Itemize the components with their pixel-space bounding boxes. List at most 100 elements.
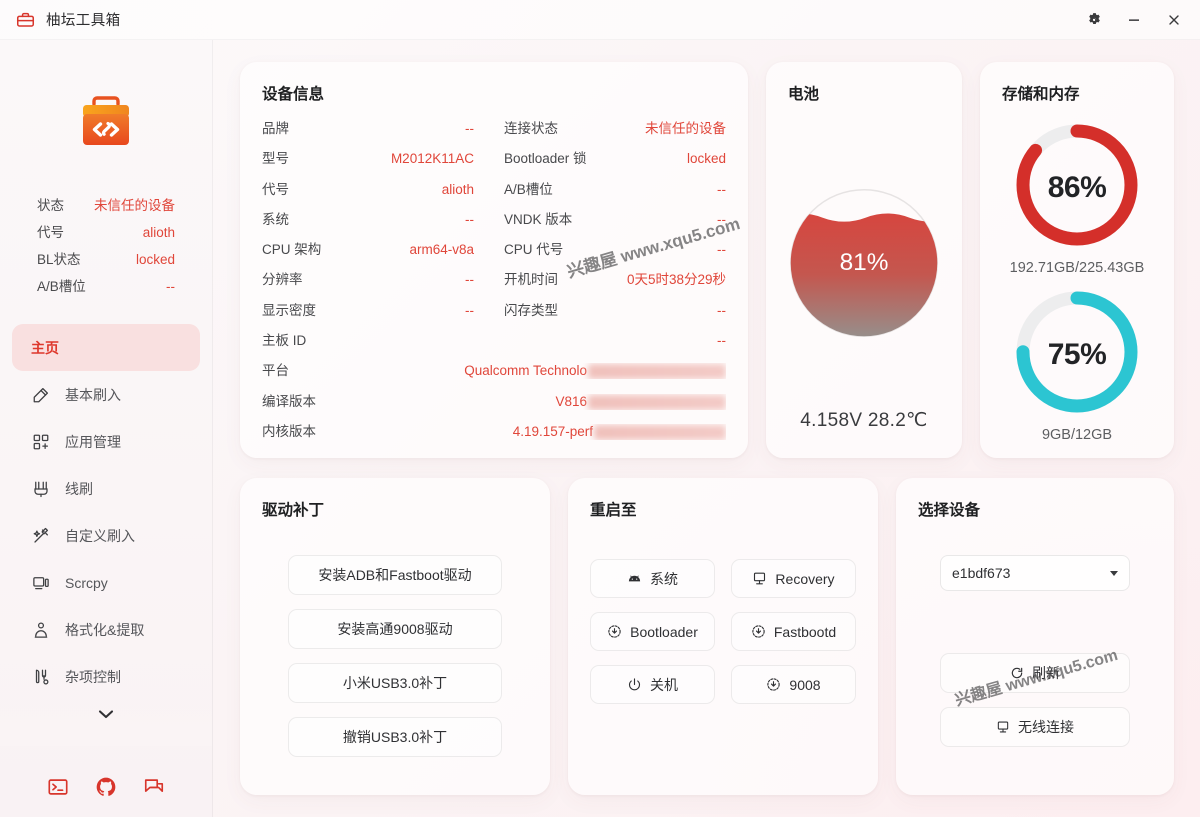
reboot-button-grid: 系统 Recovery Bootloader Fastbootd 关机 9008 xyxy=(590,559,856,704)
android-icon xyxy=(627,571,642,586)
reboot-fastbootd-button[interactable]: Fastbootd xyxy=(731,612,856,651)
info-value: -- xyxy=(717,181,726,197)
battery-gauge-svg: 81% xyxy=(789,188,939,338)
install-qualcomm-9008-driver-button[interactable]: 安装高通9008驱动 xyxy=(288,609,502,649)
sidebar-item-edl-flash[interactable]: 线刷 xyxy=(12,465,200,512)
gear-icon[interactable] xyxy=(1074,3,1114,37)
button-label: 安装高通9008驱动 xyxy=(337,621,453,637)
reboot-system-button[interactable]: 系统 xyxy=(590,559,715,598)
refresh-button[interactable]: 刷新 xyxy=(940,653,1130,693)
chevron-down-icon[interactable] xyxy=(98,706,114,724)
battery-percent-text: 81% xyxy=(840,249,889,276)
wireless-connect-button[interactable]: 无线连接 xyxy=(940,707,1130,747)
battery-voltage-temp: 4.158V 28.2℃ xyxy=(800,410,928,431)
device-info-wide-rows: 主板 ID -- 平台 Qualcomm Technoloxxxxxxxxxxx… xyxy=(262,329,726,450)
reboot-card: 重启至 系统 Recovery Bootloader Fastbootd 关机 … xyxy=(568,478,878,795)
sidebar-item-misc-control[interactable]: 杂项控制 xyxy=(12,653,200,700)
sidebar-item-label: 应用管理 xyxy=(65,433,121,450)
tools-icon xyxy=(31,667,50,686)
sidebar-scroll-fade xyxy=(0,700,212,746)
window-controls xyxy=(1074,3,1194,37)
info-label: 代号 xyxy=(262,181,289,197)
reboot-9008-button[interactable]: 9008 xyxy=(731,665,856,704)
info-row: VNDK 版本 -- xyxy=(504,208,726,238)
flash-icon xyxy=(31,385,50,404)
reboot-recovery-button[interactable]: Recovery xyxy=(731,559,856,598)
button-label: 安装ADB和Fastboot驱动 xyxy=(318,567,472,583)
sidebar-item-format-extract[interactable]: 格式化&提取 xyxy=(12,606,200,653)
sidebar: 状态 未信任的设备 代号 alioth BL状态 locked A/B槽位 -- xyxy=(0,40,213,817)
summary-row: A/B槽位 -- xyxy=(37,271,175,298)
device-summary: 状态 未信任的设备 代号 alioth BL状态 locked A/B槽位 -- xyxy=(37,190,175,298)
reboot-bootloader-button[interactable]: Bootloader xyxy=(590,612,715,651)
title-bar-left: 柚坛工具箱 xyxy=(16,9,121,30)
device-info-left-column: 品牌 -- 型号 M2012K11AC 代号 alioth 系统 -- CPU … xyxy=(262,117,494,329)
summary-value: locked xyxy=(135,251,175,267)
revoke-usb3-patch-button[interactable]: 撤销USB3.0补丁 xyxy=(288,717,502,757)
summary-row: 代号 alioth xyxy=(37,217,175,244)
info-row: 型号 M2012K11AC xyxy=(262,147,474,177)
sidebar-item-app-manager[interactable]: 应用管理 xyxy=(12,418,200,465)
sidebar-item-custom-flash[interactable]: 自定义刷入 xyxy=(12,512,200,559)
info-label: 系统 xyxy=(262,211,289,227)
info-label: A/B槽位 xyxy=(504,181,553,197)
close-icon[interactable] xyxy=(1154,3,1194,37)
storage-ring: 86% xyxy=(1011,119,1143,256)
card-title: 重启至 xyxy=(590,502,637,519)
summary-key: BL状态 xyxy=(37,251,81,267)
info-label: 平台 xyxy=(262,363,289,379)
github-icon[interactable] xyxy=(95,776,117,798)
sidebar-item-label: 主页 xyxy=(31,339,59,356)
info-row: 主板 ID -- xyxy=(262,329,726,359)
info-value: V816xxxxxxxxxxxxxxx xyxy=(555,394,726,410)
storage-memory-card: 存储和内存 86% 192.71GB/225.43GB 75% 9GB/12GB xyxy=(980,62,1174,458)
install-adb-fastboot-driver-button[interactable]: 安装ADB和Fastboot驱动 xyxy=(288,555,502,595)
top-row: 设备信息 品牌 -- 型号 M2012K11AC 代号 alioth 系统 --… xyxy=(240,62,1174,458)
card-title: 选择设备 xyxy=(918,502,981,519)
info-row: 系统 -- xyxy=(262,208,474,238)
censored-text: xxxxxxxxxxxxxxx xyxy=(588,364,726,380)
download-circle-icon xyxy=(751,624,766,639)
info-label: 主板 ID xyxy=(262,333,307,349)
info-value: 4.19.157-perfxxxxxxxxxxxxxx xyxy=(513,424,726,440)
driver-button-list: 安装ADB和Fastboot驱动 安装高通9008驱动 小米USB3.0补丁 撤… xyxy=(262,555,528,757)
minimize-icon[interactable] xyxy=(1114,3,1154,37)
battery-liquid-gauge: 81% xyxy=(788,117,940,409)
button-label: 无线连接 xyxy=(1018,719,1074,735)
forum-icon[interactable] xyxy=(143,776,165,798)
card-title: 驱动补丁 xyxy=(262,502,325,519)
summary-key: 状态 xyxy=(37,197,64,213)
info-value: -- xyxy=(717,211,726,227)
info-value: -- xyxy=(717,333,726,349)
summary-row: 状态 未信任的设备 xyxy=(37,190,175,217)
device-info-card: 设备信息 品牌 -- 型号 M2012K11AC 代号 alioth 系统 --… xyxy=(240,62,748,458)
device-select-dropdown[interactable]: e1bdf673 xyxy=(940,555,1130,591)
button-label: 小米USB3.0补丁 xyxy=(342,675,448,691)
memory-ring-block: 75% 9GB/12GB xyxy=(1011,286,1143,443)
button-label: Recovery xyxy=(775,570,835,587)
terminal-icon[interactable] xyxy=(47,776,69,798)
xiaomi-usb3-patch-button[interactable]: 小米USB3.0补丁 xyxy=(288,663,502,703)
sidebar-item-home[interactable]: 主页 xyxy=(12,324,200,371)
power-off-button[interactable]: 关机 xyxy=(590,665,715,704)
wand-icon xyxy=(31,526,50,545)
sidebar-nav: 主页 基本刷入 应用管理 线刷 自定义刷入 Scrcpy 格式化&提取 杂项控制 xyxy=(0,324,212,746)
refresh-icon xyxy=(1010,666,1024,680)
device-select-actions: 刷新 无线连接 xyxy=(940,653,1130,747)
sidebar-item-basic-flash[interactable]: 基本刷入 xyxy=(12,371,200,418)
apps-icon xyxy=(31,432,50,451)
sidebar-item-label: 自定义刷入 xyxy=(65,527,135,544)
device-select-inner: e1bdf673 刷新 无线连接 xyxy=(918,533,1152,747)
info-value: 未信任的设备 xyxy=(645,121,726,136)
info-row: 开机时间 0天5时38分29秒 xyxy=(504,268,726,298)
sidebar-item-scrcpy[interactable]: Scrcpy xyxy=(12,559,200,606)
memory-detail: 9GB/12GB xyxy=(1041,427,1113,443)
sidebar-item-label: 基本刷入 xyxy=(65,386,121,403)
info-label: 编译版本 xyxy=(262,393,316,409)
bottom-row: 驱动补丁 安装ADB和Fastboot驱动 安装高通9008驱动 小米USB3.… xyxy=(240,478,1174,795)
censored-text: xxxxxxxxxxxxxx xyxy=(594,424,726,440)
info-row: A/B槽位 -- xyxy=(504,178,726,208)
screen-icon xyxy=(31,573,50,592)
download-circle-icon xyxy=(607,624,622,639)
button-label: 关机 xyxy=(650,676,678,693)
